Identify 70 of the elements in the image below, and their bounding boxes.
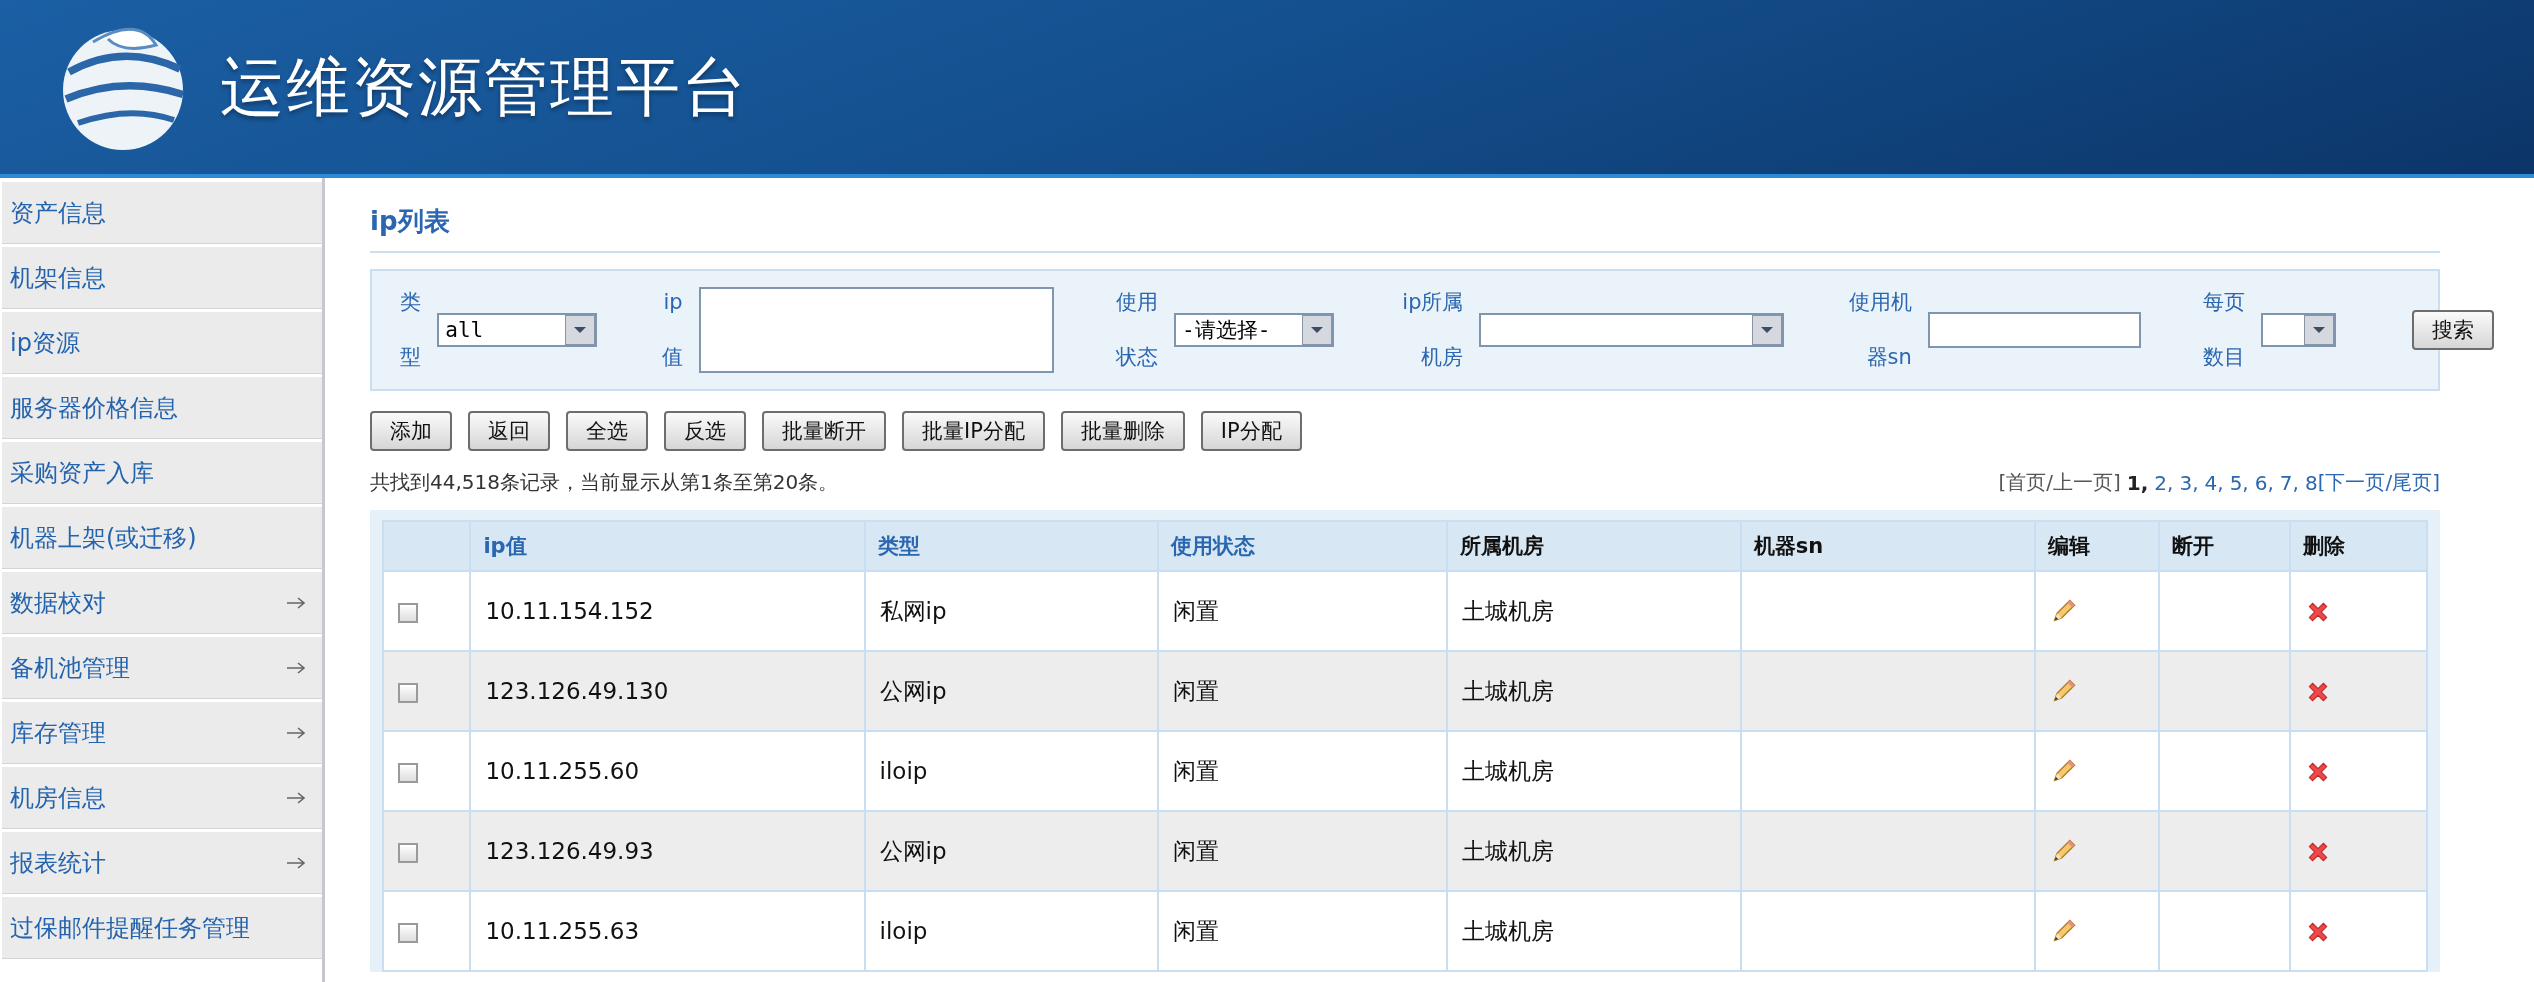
table-cell: 土城机房 xyxy=(1462,677,1555,704)
table-cell: 123.126.49.130 xyxy=(485,678,669,704)
action-button[interactable]: 反选 xyxy=(664,411,746,451)
table-cell: 闲置 xyxy=(1172,597,1219,624)
page-link[interactable]: 7, xyxy=(2279,470,2299,495)
sidebar-item[interactable]: 报表统计 xyxy=(2,832,322,894)
filter-label: 使用机器sn xyxy=(1847,289,1912,371)
page-link[interactable]: 2, xyxy=(2154,470,2174,495)
table-cell: iloip xyxy=(879,758,928,784)
action-button[interactable]: 批量断开 xyxy=(762,411,886,451)
sidebar-item[interactable]: 采购资产入库 xyxy=(2,442,322,504)
table-cell: 土城机房 xyxy=(1462,757,1555,784)
table-cell: 公网ip xyxy=(879,677,947,704)
filter-label: 类型 xyxy=(399,289,422,371)
table-cell: 123.126.49.93 xyxy=(485,838,654,864)
app-title: 运维资源管理平台 xyxy=(220,48,748,126)
table-cell: 10.11.255.63 xyxy=(485,918,640,944)
sidebar-item[interactable]: 数据校对 xyxy=(2,572,322,634)
dropdown[interactable]: all xyxy=(437,313,598,347)
sortable-column-header[interactable]: 类型 xyxy=(864,521,1158,571)
table-cell: 10.11.255.60 xyxy=(485,758,640,784)
page-link[interactable]: 5, xyxy=(2229,470,2249,495)
column-header: 所属机房 xyxy=(1447,521,1741,571)
action-button[interactable]: 批量删除 xyxy=(1060,411,1185,451)
record-summary: 共找到44,518条记录，当前显示从第1条至第20条。 xyxy=(370,469,839,496)
sidebar-item[interactable]: 库存管理 xyxy=(2,702,322,764)
table-cell: 土城机房 xyxy=(1462,917,1555,944)
filter-label: 使用状态 xyxy=(1115,289,1158,371)
filter-label: ip值 xyxy=(660,289,683,371)
column-header: 删除 xyxy=(2290,521,2427,571)
table-cell: 闲置 xyxy=(1172,677,1219,704)
table-cell: 闲置 xyxy=(1172,917,1219,944)
table-cell: 土城机房 xyxy=(1462,837,1555,864)
sidebar-item[interactable]: 备机池管理 xyxy=(2,637,322,699)
column-header: 编辑 xyxy=(2034,521,2159,571)
search-button[interactable]: 搜索 xyxy=(2412,310,2495,350)
action-button[interactable]: 添加 xyxy=(370,411,452,451)
first-prev-text: [首页/上一页] xyxy=(1998,469,2121,496)
next-last-link[interactable]: [下一页/尾页] xyxy=(2317,469,2440,496)
page-link[interactable]: 8 xyxy=(2304,470,2318,495)
page-title: ip列表 xyxy=(370,196,2440,253)
sidebar-item[interactable]: 机房信息 xyxy=(2,767,322,829)
sidebar-item[interactable]: ip资源 xyxy=(2,312,322,374)
sortable-column-header[interactable]: ip值 xyxy=(470,521,865,571)
page-link[interactable]: 1, xyxy=(2126,470,2149,495)
action-button[interactable]: 返回 xyxy=(468,411,550,451)
sidebar-item[interactable]: 机架信息 xyxy=(2,247,322,309)
table-cell: 公网ip xyxy=(879,837,947,864)
table-cell: 私网ip xyxy=(879,597,947,624)
table-cell: iloip xyxy=(879,918,928,944)
column-header: 机器sn xyxy=(1740,521,2035,571)
sidebar-item[interactable]: 资产信息 xyxy=(2,182,322,244)
action-button[interactable]: IP分配 xyxy=(1200,411,1302,451)
action-button[interactable]: 全选 xyxy=(566,411,648,451)
page-link[interactable]: 4, xyxy=(2204,470,2224,495)
table-cell: 10.11.154.152 xyxy=(485,598,654,624)
column-header: 断开 xyxy=(2158,521,2291,571)
sidebar-item[interactable]: 过保邮件提醒任务管理 xyxy=(2,897,322,959)
sortable-column-header[interactable]: 使用状态 xyxy=(1157,521,1448,571)
dropdown[interactable]: -请选择- xyxy=(1174,313,1334,347)
filter-label: ip所属机房 xyxy=(1401,289,1464,371)
action-button[interactable]: 批量IP分配 xyxy=(902,411,1045,451)
table-cell: 土城机房 xyxy=(1462,597,1555,624)
page-link[interactable]: 6, xyxy=(2254,470,2274,495)
table-cell: 闲置 xyxy=(1172,757,1219,784)
page-link[interactable]: 3, xyxy=(2179,470,2199,495)
sidebar-item[interactable]: 机器上架(或迁移) xyxy=(2,507,322,569)
sidebar-item[interactable]: 服务器价格信息 xyxy=(2,377,322,439)
filter-label: 每页数目 xyxy=(2202,289,2246,371)
table-cell: 闲置 xyxy=(1172,837,1219,864)
